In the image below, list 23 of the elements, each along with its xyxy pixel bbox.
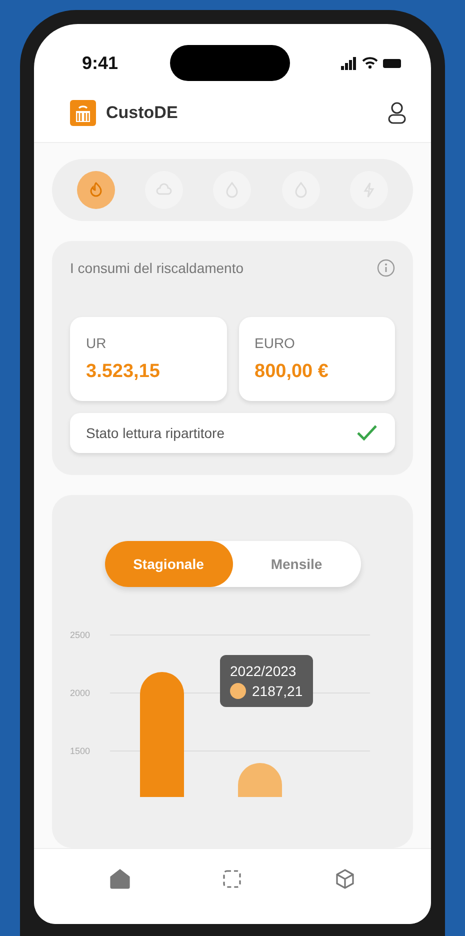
legend-dot-icon: [230, 683, 246, 699]
axis-label: 1500: [70, 746, 90, 756]
metric-value: 3.523,15: [86, 361, 161, 383]
battery-icon: [383, 58, 401, 68]
info-icon[interactable]: [377, 259, 395, 277]
card-title: I consumi del riscaldamento: [70, 260, 244, 276]
axis-label: 2000: [70, 688, 90, 698]
app-logo-icon: [70, 100, 96, 126]
tooltip-value: 2187,21: [252, 683, 303, 699]
category-button[interactable]: [77, 171, 116, 209]
wifi-icon: [362, 57, 378, 69]
app-name: CustoDE: [106, 103, 179, 123]
metric-label: UR: [86, 335, 108, 351]
metric-value: 800,00 €: [254, 361, 330, 383]
tooltip-title: 2022/2023: [230, 663, 298, 679]
status-time: 9:41: [82, 52, 118, 74]
status-label: Stato lettura ripartitore: [86, 425, 225, 441]
signal-icon: [341, 56, 357, 70]
axis-label: 2500: [70, 630, 90, 640]
user-icon[interactable]: [387, 101, 407, 125]
period-tab[interactable]: Stagionale: [104, 541, 232, 587]
period-tab[interactable]: Mensile: [232, 541, 360, 587]
metric-label: EURO: [254, 335, 296, 351]
